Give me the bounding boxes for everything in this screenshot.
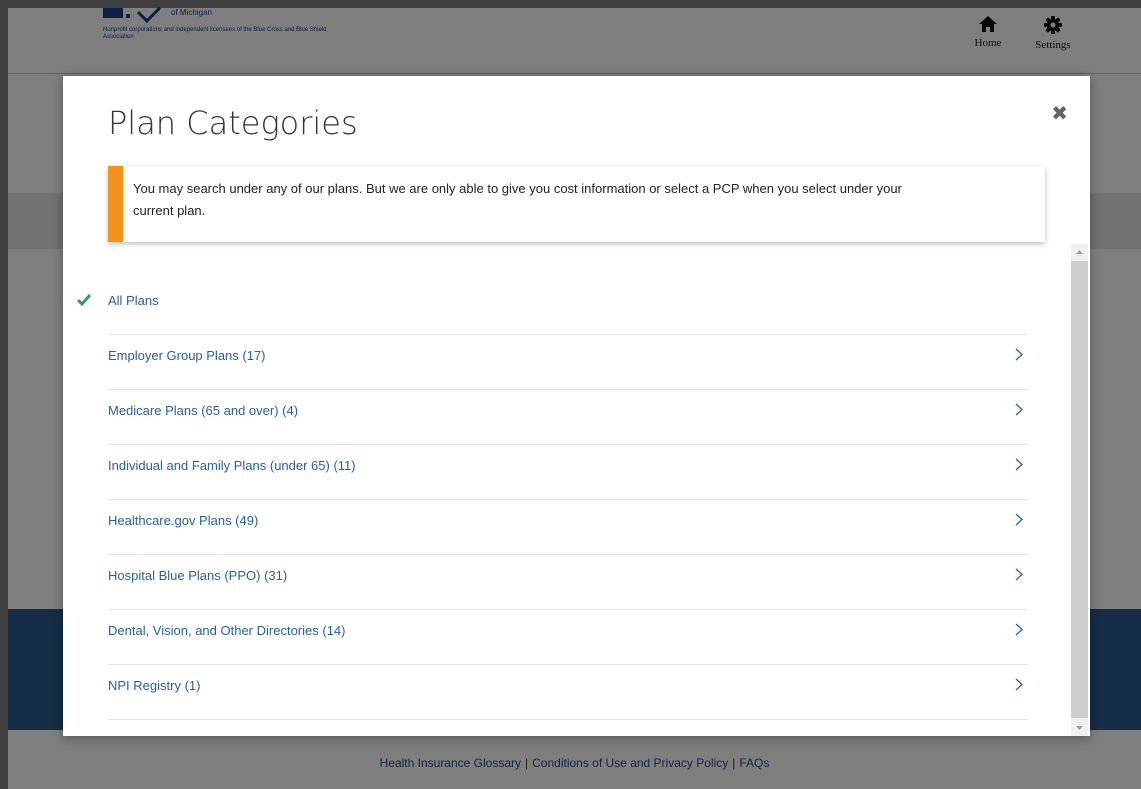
notice-box: You may search under any of our plans. B… [108,166,1045,242]
plan-item-healthcare-gov[interactable]: Healthcare.gov Plans (49) [108,500,1028,555]
plan-label: Hospital Blue Plans (PPO) (31) [108,568,288,583]
plan-label: Medicare Plans (65 and over) (4) [108,403,299,418]
plan-item-all-plans[interactable]: All Plans [77,280,1028,335]
plan-label: NPI Registry (1) [108,678,201,693]
scroll-down-arrow-icon[interactable] [1071,720,1088,736]
plan-label: All Plans [108,293,159,308]
list-scrollbar[interactable] [1071,244,1088,736]
chevron-right-icon [1015,403,1023,416]
chevron-right-icon [1015,348,1023,361]
check-icon [77,294,91,306]
close-button[interactable]: ✖ [1051,104,1068,124]
plan-label: Healthcare.gov Plans (49) [108,513,259,528]
plan-item-dental-vision[interactable]: Dental, Vision, and Other Directories (1… [108,610,1028,665]
chevron-right-icon [1015,568,1023,581]
plan-label: Employer Group Plans (17) [108,348,266,363]
scroll-up-arrow-icon[interactable] [1071,244,1088,260]
chevron-right-icon [1015,678,1023,691]
notice-text: You may search under any of our plans. B… [133,181,902,218]
chevron-right-icon [1015,458,1023,471]
plan-item-medicare[interactable]: Medicare Plans (65 and over) (4) [108,390,1028,445]
modal-title: Plan Categories [108,104,358,142]
chevron-right-icon [1015,513,1023,526]
plan-categories-modal: Plan Categories ✖ You may search under a… [63,76,1090,736]
plan-item-individual-family[interactable]: Individual and Family Plans (under 65) (… [108,445,1028,500]
plan-label: Individual and Family Plans (under 65) (… [108,458,356,473]
plan-item-employer-group[interactable]: Employer Group Plans (17) [108,335,1028,390]
plan-label: Dental, Vision, and Other Directories (1… [108,623,346,638]
plan-item-npi-registry[interactable]: NPI Registry (1) [108,665,1028,720]
plan-item-hospital-blue[interactable]: Hospital Blue Plans (PPO) (31) [108,555,1028,610]
scroll-thumb[interactable] [1071,261,1088,718]
chevron-right-icon [1015,623,1023,636]
